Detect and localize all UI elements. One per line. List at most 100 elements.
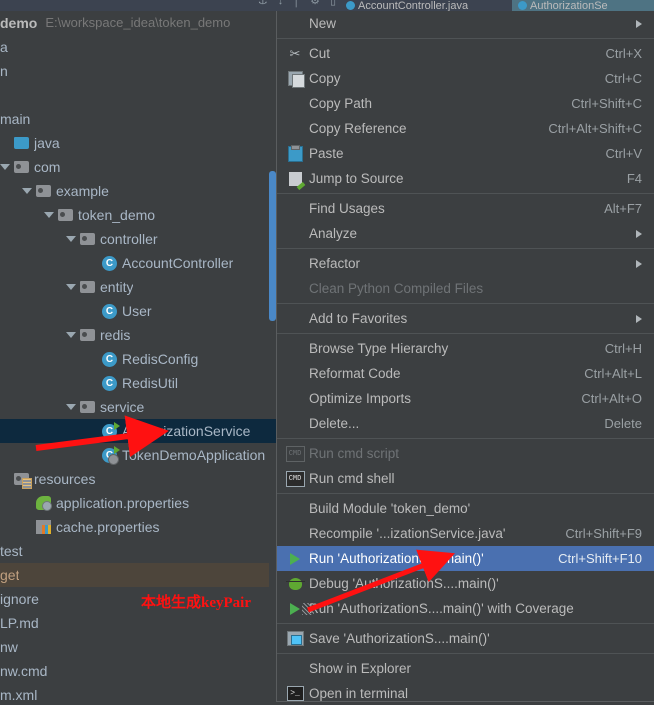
tree-row-label: token_demo xyxy=(78,207,156,223)
menu-item-label: Add to Favorites xyxy=(309,311,408,326)
tree-row-mvnw-cmd-file[interactable]: nw.cmd xyxy=(0,659,276,683)
tree-row-redis-util[interactable]: C RedisUtil xyxy=(0,371,276,395)
tree-scrollbar[interactable] xyxy=(269,171,276,321)
menu-item-debug-authorizations-main[interactable]: Debug 'AuthorizationS....main()' xyxy=(277,571,654,596)
tree-row-label: example xyxy=(56,183,109,199)
tree-row-pom-xml-file[interactable]: m.xml xyxy=(0,683,276,702)
tree-row-path: E:\workspace_idea\token_demo xyxy=(45,15,231,30)
tree-row-spacer[interactable] xyxy=(0,83,276,107)
menu-item-clean-python-compiled-files: Clean Python Compiled Files xyxy=(277,276,654,301)
menu-item-find-usages[interactable]: Find Usages Alt+F7 xyxy=(277,196,654,221)
tree-row-label: ignore xyxy=(0,591,39,607)
chevron-down-icon[interactable] xyxy=(66,332,76,338)
menu-item-copy-reference[interactable]: Copy Reference Ctrl+Alt+Shift+C xyxy=(277,116,654,141)
menu-item-shortcut: Ctrl+Alt+O xyxy=(581,391,642,406)
tree-row-resources-folder[interactable]: resources xyxy=(0,467,276,491)
menu-item-label: Browse Type Hierarchy xyxy=(309,341,449,356)
menu-item-run-cmd-shell[interactable]: CMD Run cmd shell xyxy=(277,466,654,491)
menu-item-show-in-explorer[interactable]: Show in Explorer xyxy=(277,656,654,681)
tree-row-redis-package[interactable]: redis xyxy=(0,323,276,347)
tree-row-label: AuthorizationService xyxy=(122,423,251,439)
folder-icon xyxy=(80,233,95,245)
anchor-icon[interactable]: ⚓ xyxy=(258,0,268,7)
tree-row-authorization-service[interactable]: C AuthorizationService xyxy=(0,419,276,443)
tree-row-com-package[interactable]: com xyxy=(0,155,276,179)
divider-icon: │ xyxy=(293,0,301,7)
tree-row-entity-package[interactable]: entity xyxy=(0,275,276,299)
editor-tab-bar[interactable]: AccountController.java AuthorizationSe xyxy=(340,0,654,11)
tree-row-main-folder[interactable]: main xyxy=(0,107,276,131)
resources-folder-icon xyxy=(14,473,32,489)
tree-row-mvn-folder[interactable]: n xyxy=(0,59,276,83)
context-menu[interactable]: New ✂ Cut Ctrl+X Copy Ctrl+C Copy Path Ctrl+Shi… xyxy=(276,11,654,702)
debug-icon xyxy=(285,577,305,590)
menu-item-run-authorizations-main-with-coverage[interactable]: Run 'AuthorizationS....main()' with Cove… xyxy=(277,596,654,621)
menu-item-refactor[interactable]: Refactor xyxy=(277,251,654,276)
menu-item-jump-to-source[interactable]: Jump to Source F4 xyxy=(277,166,654,191)
menu-item-new[interactable]: New xyxy=(277,11,654,36)
menu-separator xyxy=(277,248,654,249)
menu-item-analyze[interactable]: Analyze xyxy=(277,221,654,246)
tree-row-help-md-file[interactable]: LP.md xyxy=(0,611,276,635)
source-folder-icon xyxy=(14,137,29,149)
menu-item-browse-type-hierarchy[interactable]: Browse Type Hierarchy Ctrl+H xyxy=(277,336,654,361)
menu-item-save-authorizations-main[interactable]: Save 'AuthorizationS....main()' xyxy=(277,626,654,651)
chevron-down-icon[interactable] xyxy=(22,188,32,194)
editor-tab-authorization-service[interactable]: AuthorizationSe xyxy=(512,0,654,11)
paste-icon xyxy=(285,144,305,162)
minimize-icon[interactable]: ▯ xyxy=(330,0,336,7)
tree-row-cache-properties[interactable]: cache.properties xyxy=(0,515,276,539)
menu-item-cut[interactable]: ✂ Cut Ctrl+X xyxy=(277,41,654,66)
chevron-right-icon xyxy=(636,19,642,28)
menu-item-optimize-imports[interactable]: Optimize Imports Ctrl+Alt+O xyxy=(277,386,654,411)
menu-separator xyxy=(277,493,654,494)
menu-item-build-module-token-demo[interactable]: Build Module 'token_demo' xyxy=(277,496,654,521)
menu-item-shortcut: Ctrl+Alt+Shift+C xyxy=(548,121,642,136)
menu-item-add-to-favorites[interactable]: Add to Favorites xyxy=(277,306,654,331)
editor-tab-account-controller[interactable]: AccountController.java xyxy=(340,0,522,11)
tree-row-label: AccountController xyxy=(122,255,234,271)
tree-row-user-class[interactable]: C User xyxy=(0,299,276,323)
menu-item-paste[interactable]: Paste Ctrl+V xyxy=(277,141,654,166)
menu-separator xyxy=(277,303,654,304)
menu-item-run-authorizations-main[interactable]: Run 'AuthorizationS....main()' Ctrl+Shift… xyxy=(277,546,654,571)
menu-item-delete[interactable]: Delete... Delete xyxy=(277,411,654,436)
menu-item-copy-path[interactable]: Copy Path Ctrl+Shift+C xyxy=(277,91,654,116)
tree-row-example-package[interactable]: example xyxy=(0,179,276,203)
chevron-down-icon[interactable] xyxy=(0,164,10,170)
tree-row-account-controller[interactable]: C AccountController xyxy=(0,251,276,275)
tree-row-controller-package[interactable]: controller xyxy=(0,227,276,251)
menu-separator xyxy=(277,623,654,624)
menu-item-label: Run cmd script xyxy=(309,446,400,461)
tree-row-service-package[interactable]: service xyxy=(0,395,276,419)
menu-item-label: Reformat Code xyxy=(309,366,401,381)
tree-row-application-properties[interactable]: application.properties xyxy=(0,491,276,515)
tree-row-redis-config[interactable]: C RedisConfig xyxy=(0,347,276,371)
chevron-right-icon xyxy=(636,229,642,238)
chevron-down-icon[interactable] xyxy=(66,236,76,242)
project-toolbar[interactable]: ⚓ ↕ │ ⚙ ▯ xyxy=(0,0,340,11)
settings-icon[interactable]: ⚙ xyxy=(310,0,320,7)
menu-item-reformat-code[interactable]: Reformat Code Ctrl+Alt+L xyxy=(277,361,654,386)
tree-row-java-folder[interactable]: java xyxy=(0,131,276,155)
pin-icon[interactable]: ↕ xyxy=(278,0,284,7)
tree-row-gitignore-file[interactable]: ignore xyxy=(0,587,276,611)
tree-row-idea-folder[interactable]: a xyxy=(0,35,276,59)
menu-item-copy[interactable]: Copy Ctrl+C xyxy=(277,66,654,91)
editor-tab-label: AccountController.java xyxy=(358,0,469,11)
menu-item-recompile-izationservice-java[interactable]: Recompile '...izationService.java' Ctrl+S… xyxy=(277,521,654,546)
tree-row-mvnw-file[interactable]: nw xyxy=(0,635,276,659)
chevron-down-icon[interactable] xyxy=(44,212,54,218)
tree-row-target-folder[interactable]: get xyxy=(0,563,276,587)
tree-row-token-demo-application[interactable]: C TokenDemoApplication xyxy=(0,443,276,467)
tree-row-test-folder[interactable]: test xyxy=(0,539,276,563)
chevron-down-icon[interactable] xyxy=(66,284,76,290)
menu-item-shortcut: Delete xyxy=(604,416,642,431)
chevron-down-icon[interactable] xyxy=(66,404,76,410)
menu-item-open-in-terminal[interactable]: >_ Open in terminal xyxy=(277,681,654,701)
scissors-icon: ✂ xyxy=(289,46,301,61)
tree-row-project-root[interactable]: demo E:\workspace_idea\token_demo xyxy=(0,11,276,35)
tree-row-label: entity xyxy=(100,279,134,295)
project-tree[interactable]: demo E:\workspace_idea\token_demo a n main ja… xyxy=(0,11,276,702)
tree-row-token-demo-package[interactable]: token_demo xyxy=(0,203,276,227)
